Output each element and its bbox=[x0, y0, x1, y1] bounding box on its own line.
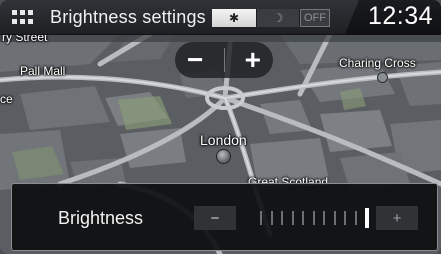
brightness-level-indicator bbox=[365, 208, 369, 228]
brightness-tick bbox=[291, 211, 294, 225]
day-mode-button[interactable]: ✱ bbox=[212, 9, 257, 27]
brightness-tick bbox=[333, 211, 336, 225]
brightness-decrease-button[interactable]: − bbox=[194, 206, 236, 230]
moon-icon: ☽ bbox=[272, 11, 284, 25]
brightness-tick bbox=[312, 211, 315, 225]
brightness-level-slider[interactable] bbox=[248, 207, 369, 229]
clock: 12:34 bbox=[367, 2, 433, 30]
brightness-tick bbox=[270, 211, 273, 225]
navigation-screen: Brightness settings ✱ ☽ OFF 12:34 ry Str… bbox=[0, 0, 441, 254]
grid-menu-icon[interactable] bbox=[12, 10, 33, 24]
brightness-tick bbox=[281, 211, 283, 225]
brightness-tick bbox=[323, 211, 325, 225]
map-label-left-edge: ce bbox=[0, 92, 13, 106]
zoom-in-button[interactable]: + bbox=[245, 44, 261, 76]
zoom-control: − + bbox=[175, 42, 273, 78]
brightness-increase-button[interactable]: + bbox=[376, 206, 418, 230]
brightness-panel: Brightness − + bbox=[11, 183, 438, 251]
night-mode-button[interactable]: ☽ bbox=[257, 9, 300, 27]
display-mode-selector: ✱ ☽ OFF bbox=[212, 9, 346, 27]
display-off-button[interactable]: OFF bbox=[300, 9, 330, 27]
map-label-charing-cross: Charing Cross bbox=[339, 56, 416, 70]
london-marker[interactable] bbox=[216, 149, 231, 164]
brightness-tick bbox=[302, 211, 304, 225]
charing-cross-marker[interactable] bbox=[377, 72, 388, 83]
zoom-out-button[interactable]: − bbox=[187, 44, 203, 76]
brightness-tick bbox=[260, 211, 262, 225]
brightness-label: Brightness bbox=[58, 208, 144, 228]
map-label-london: London bbox=[200, 132, 247, 148]
sun-icon: ✱ bbox=[228, 11, 240, 25]
page-title: Brightness settings bbox=[50, 7, 206, 27]
brightness-tick bbox=[344, 211, 346, 225]
map-label-pall-mall: Pall Mall bbox=[20, 64, 66, 78]
brightness-tick bbox=[354, 211, 357, 225]
zoom-divider bbox=[223, 48, 225, 72]
